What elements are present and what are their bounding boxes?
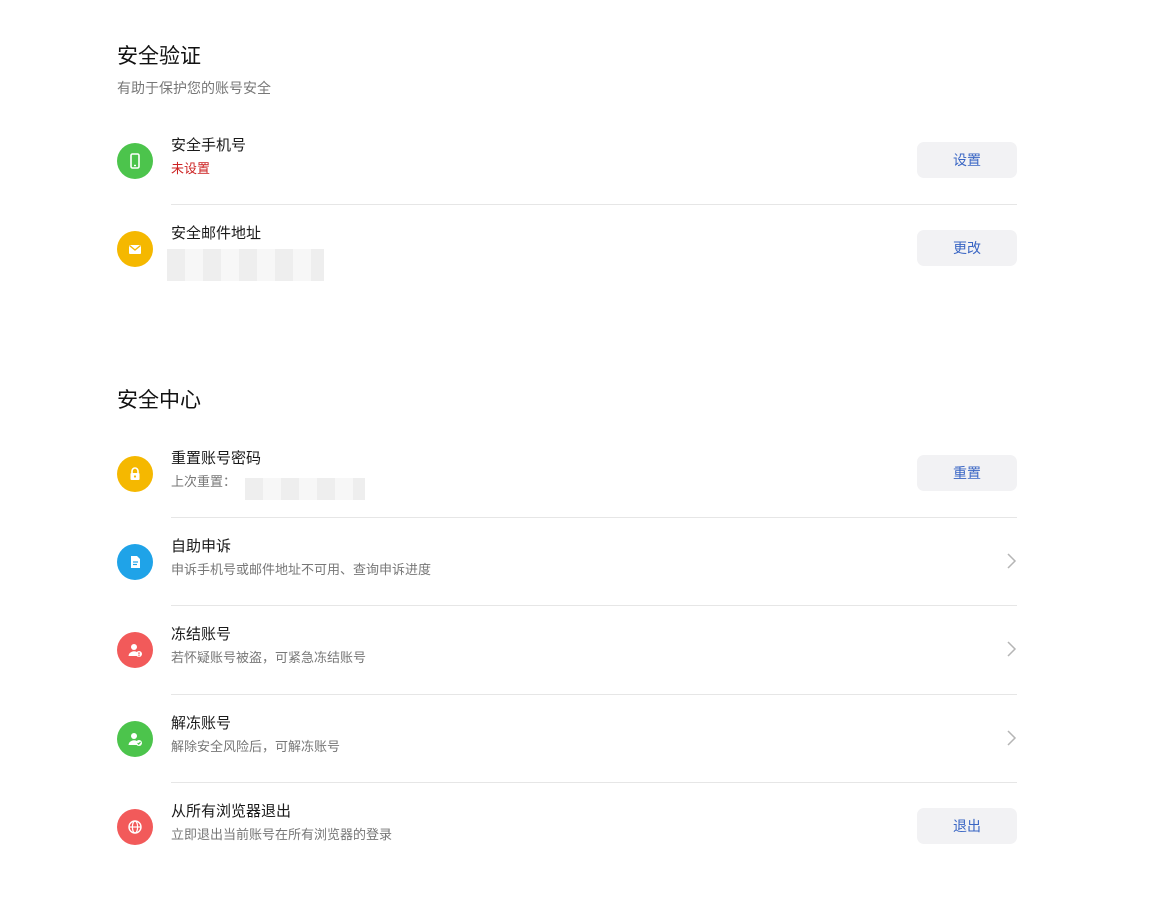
section-subtitle-verify: 有助于保护您的账号安全: [117, 81, 271, 97]
row-desc: 申诉手机号或邮件地址不可用、查询申诉进度: [171, 563, 432, 578]
reset-password-button[interactable]: 重置: [917, 455, 1017, 491]
user-alert-icon: [117, 632, 153, 668]
row-title: 重置账号密码: [171, 449, 262, 467]
chevron-right-icon[interactable]: [1005, 729, 1017, 747]
document-icon: [117, 544, 153, 580]
row-title: 自助申诉: [171, 537, 232, 555]
user-check-icon: [117, 721, 153, 757]
lock-icon: [117, 456, 153, 492]
row-title: 安全手机号: [171, 136, 247, 154]
row-desc: 解除安全风险后，可解冻账号: [171, 740, 341, 755]
row-reset-password: 重置账号密码 上次重置： 重置: [117, 449, 1017, 544]
chevron-right-icon[interactable]: [1005, 552, 1017, 570]
row-security-email: 安全邮件地址 更改: [117, 224, 1017, 319]
divider: [171, 782, 1017, 783]
divider: [171, 694, 1017, 695]
row-title: 解冻账号: [171, 714, 232, 732]
row-security-phone: 安全手机号 未设置 设置: [117, 136, 1017, 231]
row-freeze-account[interactable]: 冻结账号 若怀疑账号被盗，可紧急冻结账号: [117, 625, 1017, 720]
row-desc: 上次重置：: [171, 475, 237, 490]
mail-icon: [117, 231, 153, 267]
row-title: 冻结账号: [171, 625, 232, 643]
set-phone-button[interactable]: 设置: [917, 142, 1017, 178]
row-status: 未设置: [171, 162, 211, 177]
change-email-button[interactable]: 更改: [917, 230, 1017, 266]
divider: [171, 517, 1017, 518]
row-desc: 立即退出当前账号在所有浏览器的登录: [171, 828, 393, 843]
redacted-email: [167, 249, 324, 281]
row-unfreeze-account[interactable]: 解冻账号 解除安全风险后，可解冻账号: [117, 714, 1017, 809]
row-appeal[interactable]: 自助申诉 申诉手机号或邮件地址不可用、查询申诉进度: [117, 537, 1017, 632]
row-logout-all-browsers: 从所有浏览器退出 立即退出当前账号在所有浏览器的登录 退出: [117, 802, 1017, 897]
section-title-center: 安全中心: [117, 388, 201, 412]
phone-icon: [117, 143, 153, 179]
redacted-date: [245, 478, 365, 500]
divider: [171, 204, 1017, 205]
row-title: 安全邮件地址: [171, 224, 262, 242]
divider: [171, 605, 1017, 606]
row-desc: 若怀疑账号被盗，可紧急冻结账号: [171, 651, 367, 666]
section-title-verify: 安全验证: [117, 44, 201, 68]
globe-icon: [117, 809, 153, 845]
row-title: 从所有浏览器退出: [171, 802, 292, 820]
chevron-right-icon[interactable]: [1005, 640, 1017, 658]
logout-button[interactable]: 退出: [917, 808, 1017, 844]
